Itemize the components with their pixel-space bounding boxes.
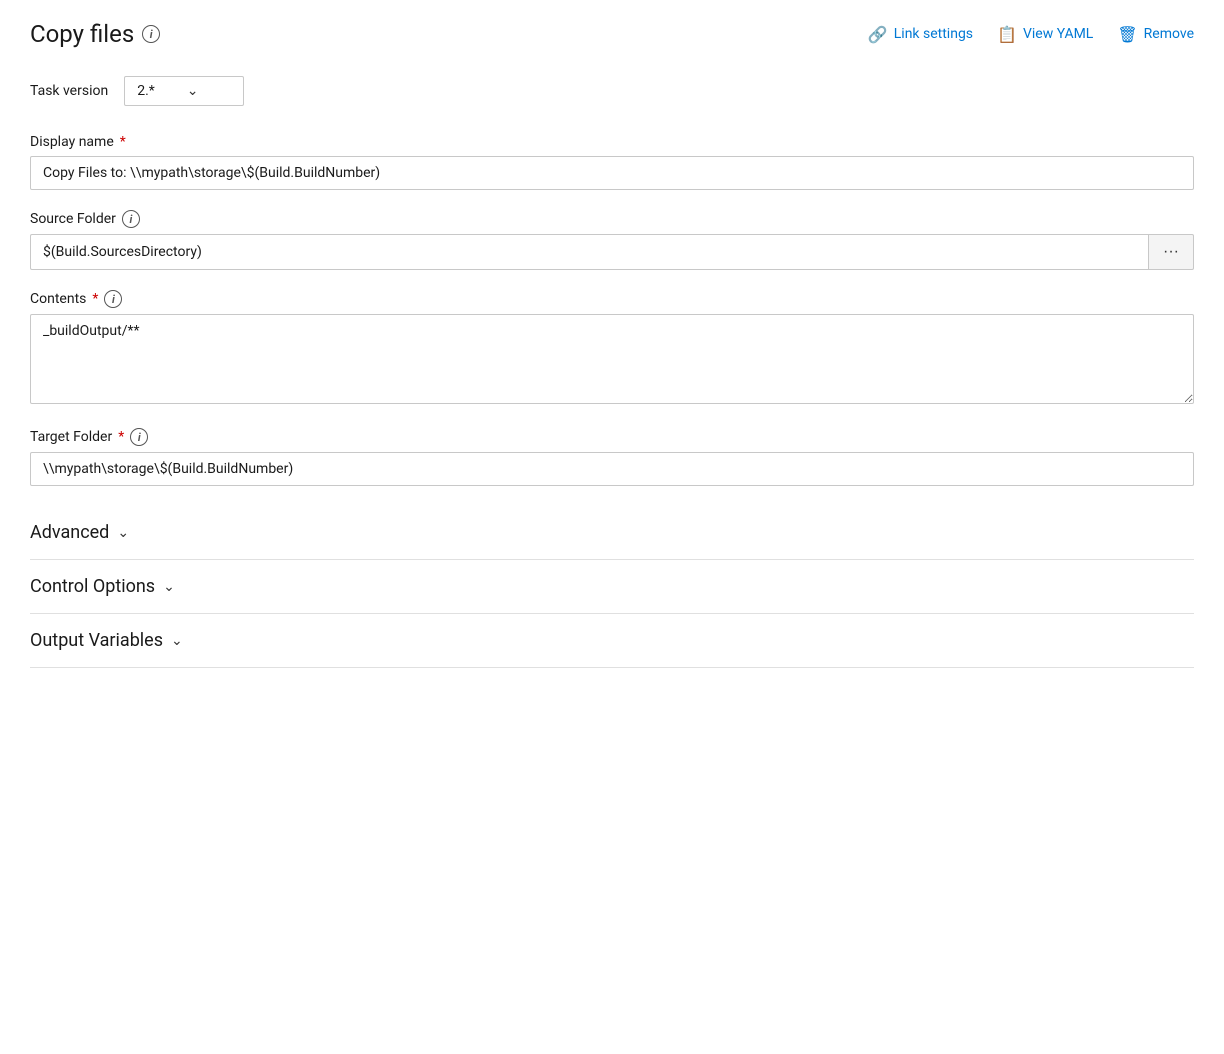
ellipsis-icon: ··· xyxy=(1163,243,1179,261)
source-folder-input-row: ··· xyxy=(30,234,1194,270)
control-options-section: Control Options ⌄ xyxy=(30,560,1194,614)
display-name-required: * xyxy=(120,134,126,150)
source-folder-info-icon[interactable]: i xyxy=(122,210,140,228)
link-settings-button[interactable]: 🔗 Link settings xyxy=(868,25,973,44)
source-folder-label-row: Source Folder i xyxy=(30,210,1194,228)
link-icon: 🔗 xyxy=(868,25,888,44)
view-yaml-label: View YAML xyxy=(1023,26,1093,42)
output-variables-section-header[interactable]: Output Variables ⌄ xyxy=(30,630,1194,651)
advanced-section: Advanced ⌄ xyxy=(30,506,1194,560)
output-variables-chevron-icon: ⌄ xyxy=(171,633,183,649)
target-folder-input[interactable] xyxy=(30,452,1194,486)
source-folder-input[interactable] xyxy=(30,234,1148,270)
task-version-label: Task version xyxy=(30,83,108,99)
advanced-section-title: Advanced xyxy=(30,522,109,543)
source-folder-browse-button[interactable]: ··· xyxy=(1148,234,1194,270)
contents-textarea[interactable]: _buildOutput/** xyxy=(30,314,1194,404)
version-chevron-icon: ⌄ xyxy=(187,83,199,99)
trash-icon: 🗑 xyxy=(1117,25,1137,44)
target-folder-label-row: Target Folder * i xyxy=(30,428,1194,446)
title-info-icon[interactable]: i xyxy=(142,25,160,43)
advanced-chevron-icon: ⌄ xyxy=(117,525,129,541)
contents-required: * xyxy=(92,291,98,307)
view-yaml-button[interactable]: 📋 View YAML xyxy=(997,25,1093,44)
target-folder-required: * xyxy=(118,429,124,445)
page-header: Copy files i 🔗 Link settings 📋 View YAML… xyxy=(30,20,1194,48)
source-folder-label: Source Folder xyxy=(30,211,116,227)
task-version-row: Task version 2.* ⌄ xyxy=(30,76,1194,106)
display-name-label: Display name xyxy=(30,134,114,150)
header-left: Copy files i xyxy=(30,20,160,48)
target-folder-field: Target Folder * i xyxy=(30,428,1194,486)
contents-field: Contents * i _buildOutput/** xyxy=(30,290,1194,408)
display-name-input[interactable] xyxy=(30,156,1194,190)
target-folder-label: Target Folder xyxy=(30,429,112,445)
target-folder-info-icon[interactable]: i xyxy=(130,428,148,446)
page-title: Copy files xyxy=(30,20,134,48)
contents-label-row: Contents * i xyxy=(30,290,1194,308)
remove-label: Remove xyxy=(1144,26,1194,42)
control-options-section-title: Control Options xyxy=(30,576,155,597)
task-version-select[interactable]: 2.* ⌄ xyxy=(124,76,244,106)
source-folder-field: Source Folder i ··· xyxy=(30,210,1194,270)
remove-button[interactable]: 🗑 Remove xyxy=(1117,25,1194,44)
output-variables-section: Output Variables ⌄ xyxy=(30,614,1194,668)
header-actions: 🔗 Link settings 📋 View YAML 🗑 Remove xyxy=(868,25,1194,44)
advanced-section-header[interactable]: Advanced ⌄ xyxy=(30,522,1194,543)
display-name-field: Display name * xyxy=(30,134,1194,190)
task-version-value: 2.* xyxy=(137,83,155,99)
display-name-label-row: Display name * xyxy=(30,134,1194,150)
yaml-icon: 📋 xyxy=(997,25,1017,44)
contents-info-icon[interactable]: i xyxy=(104,290,122,308)
control-options-section-header[interactable]: Control Options ⌄ xyxy=(30,576,1194,597)
contents-label: Contents xyxy=(30,291,86,307)
control-options-chevron-icon: ⌄ xyxy=(163,579,175,595)
link-settings-label: Link settings xyxy=(894,26,973,42)
output-variables-section-title: Output Variables xyxy=(30,630,163,651)
